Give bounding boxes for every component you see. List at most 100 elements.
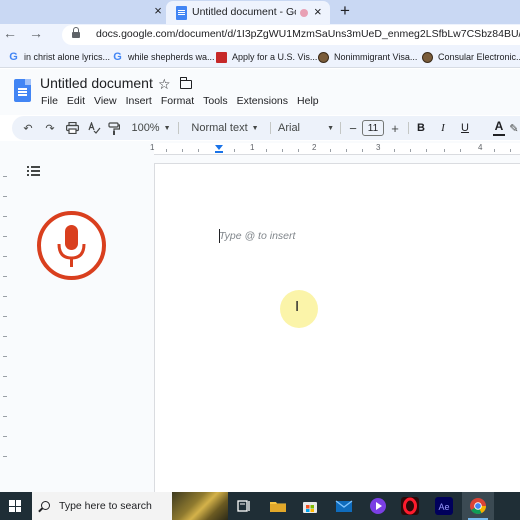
first-line-indent-marker[interactable]	[215, 145, 223, 150]
chevron-down-icon: ▼	[327, 124, 334, 132]
menu-help[interactable]: Help	[297, 95, 319, 107]
back-arrow-icon[interactable]: ←	[2, 25, 18, 41]
insert-placeholder[interactable]: Type @ to insert	[219, 230, 295, 242]
font-size-input[interactable]: 11	[362, 120, 384, 136]
forward-arrow-icon[interactable]: →	[28, 25, 44, 41]
toolbar-divider	[178, 122, 179, 134]
ruler-tick	[426, 149, 427, 152]
ruler-tick	[182, 149, 183, 152]
voice-typing-microphone-button[interactable]	[37, 211, 106, 280]
vertical-ruler[interactable]	[0, 156, 10, 492]
ruler-tick	[298, 149, 299, 152]
ruler-tick	[444, 149, 445, 152]
new-tab-button[interactable]: +	[336, 1, 354, 21]
media-player-icon[interactable]	[368, 496, 388, 516]
ruler-tick	[494, 149, 495, 152]
file-explorer-icon[interactable]	[268, 496, 288, 516]
redo-icon[interactable]: ↷	[42, 120, 58, 136]
ruler-tick	[3, 236, 7, 237]
underline-button[interactable]: U	[458, 120, 472, 136]
outline-bullet	[27, 174, 29, 176]
windows-logo-pane	[15, 500, 21, 506]
font-family-select[interactable]: Arial ▼	[278, 120, 334, 136]
windows-logo-pane	[9, 500, 15, 506]
seal-icon	[318, 51, 329, 63]
address-bar[interactable]: docs.google.com/document/d/1I3pZgWU1MzmS…	[62, 25, 520, 45]
ruler-tick	[394, 149, 395, 152]
ruler-number: 4	[478, 143, 483, 152]
menu-insert[interactable]: Insert	[126, 95, 152, 107]
bookmark-item[interactable]: Consular Electronic...	[422, 50, 520, 64]
menu-edit[interactable]: Edit	[67, 95, 85, 107]
search-highlight-image[interactable]	[172, 492, 228, 520]
bold-button[interactable]: B	[414, 120, 428, 136]
decrease-font-size-button[interactable]: −	[346, 120, 360, 136]
ruler-tick	[362, 149, 363, 152]
menu-tools[interactable]: Tools	[203, 95, 228, 107]
taskbar-search-box[interactable]: Type here to search	[32, 492, 172, 520]
paint-format-icon[interactable]	[106, 120, 122, 136]
ruler-number: 3	[376, 143, 381, 152]
chevron-down-icon: ▼	[251, 124, 259, 132]
highlight-pen-icon[interactable]: ✎	[508, 120, 520, 136]
ruler-tick	[3, 336, 7, 337]
tab-close-icon[interactable]: ×	[314, 4, 322, 19]
windows-start-icon[interactable]	[9, 500, 21, 512]
formatting-toolbar: ↶ ↷ 100% ▼ Normal text ▼ Arial ▼ − 11 + B I…	[12, 116, 520, 140]
outline-bullet	[27, 166, 29, 168]
ruler-tick	[410, 149, 411, 152]
horizontal-ruler[interactable]: 1 1 2 3 4	[150, 143, 520, 155]
ruler-tick	[3, 416, 7, 417]
document-page[interactable]	[154, 163, 520, 503]
ruler-tick	[198, 149, 199, 152]
ruler-tick	[3, 376, 7, 377]
text-color-button[interactable]: A	[492, 119, 506, 136]
tab-untitled-document[interactable]: Untitled document - Google Docs ×	[166, 1, 330, 24]
outline-line	[31, 166, 40, 168]
bookmark-item[interactable]: G while shepherds wa...	[112, 50, 214, 64]
windows-logo-pane	[9, 506, 15, 512]
i-beam-cursor-icon: I	[295, 298, 300, 315]
chevron-down-icon: ▼	[163, 124, 171, 132]
document-title[interactable]: Untitled document	[40, 75, 153, 91]
menu-extensions[interactable]: Extensions	[237, 95, 288, 107]
print-icon[interactable]	[64, 120, 80, 136]
red-site-icon	[216, 51, 227, 63]
lock-icon[interactable]	[72, 27, 80, 39]
ruler-number: 1	[150, 143, 155, 152]
left-indent-marker[interactable]	[215, 151, 223, 153]
docs-logo-icon[interactable]	[14, 79, 31, 102]
url-text[interactable]: docs.google.com/document/d/1I3pZgWU1MzmS…	[96, 28, 520, 40]
paragraph-style-select[interactable]: Normal text ▼	[186, 120, 264, 136]
menu-format[interactable]: Format	[161, 95, 194, 107]
zoom-select[interactable]: 100% ▼	[130, 120, 172, 136]
task-view-icon[interactable]	[234, 496, 254, 516]
after-effects-icon[interactable]: Ae	[434, 496, 454, 516]
spellcheck-icon[interactable]	[86, 120, 102, 136]
bookmark-item[interactable]: Nonimmigrant Visa...	[318, 50, 417, 64]
bookmarks-bar: G in christ alone lyrics... G while shep…	[0, 46, 520, 68]
microsoft-store-icon[interactable]	[300, 496, 320, 516]
bookmark-item[interactable]: G in christ alone lyrics...	[8, 50, 110, 64]
increase-font-size-button[interactable]: +	[388, 120, 402, 136]
star-icon[interactable]: ☆	[158, 76, 171, 93]
taskbar-search-placeholder: Type here to search	[59, 500, 152, 512]
bookmark-item[interactable]: Apply for a U.S. Vis...	[216, 50, 317, 64]
ruler-tick	[3, 296, 7, 297]
ruler-tick	[3, 436, 7, 437]
mail-icon[interactable]	[334, 496, 354, 516]
opera-browser-icon[interactable]	[400, 496, 420, 516]
undo-icon[interactable]: ↶	[20, 120, 36, 136]
chrome-icon[interactable]	[468, 496, 488, 516]
bookmark-label: Apply for a U.S. Vis...	[232, 52, 318, 62]
previous-tab-close-icon[interactable]: ×	[150, 3, 166, 18]
windows-logo-pane	[15, 506, 21, 512]
bookmark-label: in christ alone lyrics...	[24, 52, 111, 62]
menu-file[interactable]: File	[41, 95, 58, 107]
document-outline-icon[interactable]	[27, 166, 40, 176]
svg-text:Ae: Ae	[438, 502, 449, 512]
move-to-folder-icon[interactable]	[179, 77, 192, 89]
menu-view[interactable]: View	[94, 95, 117, 107]
italic-button[interactable]: I	[436, 120, 450, 136]
seal-icon	[422, 51, 433, 63]
